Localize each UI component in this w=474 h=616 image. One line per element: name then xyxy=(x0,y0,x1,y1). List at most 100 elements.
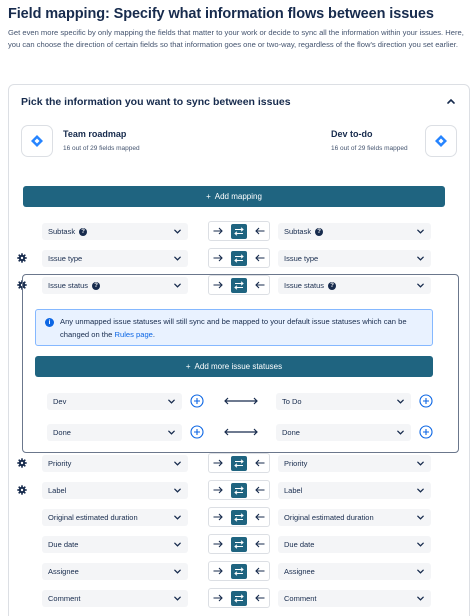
status-mapping-row: Dev To Do xyxy=(9,390,471,412)
sync-direction-toggle xyxy=(208,453,270,473)
arrow-left-icon[interactable] xyxy=(254,485,266,495)
right-field-select[interactable]: Original estimated duration xyxy=(278,509,431,526)
chevron-down-icon xyxy=(174,515,181,520)
gear-icon[interactable] xyxy=(17,485,27,495)
arrow-right-icon[interactable] xyxy=(212,512,224,522)
sync-direction-toggle xyxy=(208,248,270,268)
add-status-icon[interactable] xyxy=(419,394,433,408)
arrow-left-icon[interactable] xyxy=(254,593,266,603)
arrow-left-icon[interactable] xyxy=(254,512,266,522)
gear-icon[interactable] xyxy=(17,458,27,468)
chevron-down-icon xyxy=(168,430,175,435)
left-field-select[interactable]: Label xyxy=(42,482,188,499)
left-field-select[interactable]: Assignee xyxy=(42,563,188,580)
left-field-select[interactable]: Issue type xyxy=(42,250,188,267)
help-icon: ? xyxy=(79,227,88,236)
arrow-left-icon[interactable] xyxy=(254,539,266,549)
add-more-issue-statuses-button[interactable]: + Add more issue statuses xyxy=(35,356,433,377)
two-way-arrows-icon[interactable] xyxy=(230,563,247,579)
chevron-down-icon xyxy=(174,569,181,574)
arrow-right-icon[interactable] xyxy=(212,593,224,603)
diamond-app-icon xyxy=(21,125,53,157)
sync-direction-toggle xyxy=(208,588,270,608)
info-icon: i xyxy=(45,318,54,327)
add-status-icon[interactable] xyxy=(419,425,433,439)
sync-card: Pick the information you want to sync be… xyxy=(8,84,470,616)
page-description: Get even more specific by only mapping t… xyxy=(8,28,464,49)
page-title: Field mapping: Specify what information … xyxy=(8,6,434,22)
field-mapping-row: Subtask? Subtask? xyxy=(9,220,471,242)
chevron-down-icon xyxy=(174,488,181,493)
left-status-select[interactable]: Dev xyxy=(47,393,182,410)
plus-icon: + xyxy=(206,192,211,201)
arrow-right-icon[interactable] xyxy=(212,485,224,495)
arrow-left-icon[interactable] xyxy=(254,458,266,468)
two-way-arrows-icon[interactable] xyxy=(230,482,247,498)
right-field-select[interactable]: Priority xyxy=(278,455,431,472)
chevron-down-icon xyxy=(417,256,424,261)
arrow-right-icon[interactable] xyxy=(212,253,224,263)
chevron-up-icon[interactable] xyxy=(445,95,457,107)
card-title: Pick the information you want to sync be… xyxy=(21,96,291,108)
left-project-count: 16 out of 29 fields mapped xyxy=(63,145,140,152)
chevron-down-icon xyxy=(417,569,424,574)
field-mapping-row: Issue type Issue type xyxy=(9,247,471,269)
arrow-left-icon[interactable] xyxy=(254,253,266,263)
right-status-select[interactable]: Done xyxy=(276,424,411,441)
right-field-select[interactable]: Label xyxy=(278,482,431,499)
arrow-left-icon[interactable] xyxy=(254,566,266,576)
right-status-select[interactable]: To Do xyxy=(276,393,411,410)
chevron-down-icon xyxy=(174,229,181,234)
left-field-select[interactable]: Priority xyxy=(42,455,188,472)
left-field-select[interactable]: Subtask? xyxy=(42,223,188,240)
arrow-left-icon[interactable] xyxy=(254,226,266,236)
right-field-select[interactable]: Due date xyxy=(278,536,431,553)
chevron-down-icon xyxy=(417,488,424,493)
field-mapping-row: Priority Priority xyxy=(9,452,471,474)
chevron-down-icon xyxy=(417,461,424,466)
two-way-arrows-icon[interactable] xyxy=(230,250,247,266)
field-mapping-row: Due date Due date xyxy=(9,533,471,555)
two-way-arrows-icon[interactable] xyxy=(230,455,247,471)
two-way-arrows-icon[interactable] xyxy=(230,223,247,239)
right-project-name: Dev to-do xyxy=(331,129,373,139)
chevron-down-icon xyxy=(174,596,181,601)
two-way-arrows-icon[interactable] xyxy=(230,590,247,606)
field-mapping-row: Label Label xyxy=(9,479,471,501)
right-field-select[interactable]: Subtask? xyxy=(278,223,431,240)
right-field-select[interactable]: Assignee xyxy=(278,563,431,580)
info-text-end: . xyxy=(152,329,156,339)
add-mapping-label: Add mapping xyxy=(214,192,262,201)
chevron-down-icon xyxy=(174,256,181,261)
arrow-right-icon[interactable] xyxy=(212,539,224,549)
right-project-count: 16 out of 29 fields mapped xyxy=(331,145,408,152)
arrow-right-icon[interactable] xyxy=(212,226,224,236)
left-status-select[interactable]: Done xyxy=(47,424,182,441)
chevron-down-icon xyxy=(174,461,181,466)
sync-direction-toggle xyxy=(208,221,270,241)
chevron-down-icon xyxy=(397,430,404,435)
arrow-right-icon[interactable] xyxy=(212,566,224,576)
add-mapping-button[interactable]: + Add mapping xyxy=(23,186,445,207)
sync-direction-toggle xyxy=(208,534,270,554)
add-status-icon[interactable] xyxy=(190,425,204,439)
add-status-icon[interactable] xyxy=(190,394,204,408)
two-way-arrows-icon[interactable] xyxy=(230,536,247,552)
field-mapping-row: Comment Comment xyxy=(9,587,471,609)
gear-icon[interactable] xyxy=(17,253,27,263)
chevron-down-icon xyxy=(397,399,404,404)
two-way-arrows-icon[interactable] xyxy=(230,509,247,525)
right-field-select[interactable]: Comment xyxy=(278,590,431,607)
diamond-app-icon xyxy=(425,125,457,157)
two-way-long-arrow-icon xyxy=(224,397,258,405)
info-text: Any unmapped issue statuses will still s… xyxy=(60,317,407,339)
chevron-down-icon xyxy=(417,542,424,547)
rules-page-link[interactable]: Rules page xyxy=(114,330,152,339)
chevron-down-icon xyxy=(417,515,424,520)
left-field-select[interactable]: Original estimated duration xyxy=(42,509,188,526)
right-field-select[interactable]: Issue type xyxy=(278,250,431,267)
left-field-select[interactable]: Due date xyxy=(42,536,188,553)
arrow-right-icon[interactable] xyxy=(212,458,224,468)
left-field-select[interactable]: Comment xyxy=(42,590,188,607)
status-mapping-row: Done Done xyxy=(9,421,471,443)
